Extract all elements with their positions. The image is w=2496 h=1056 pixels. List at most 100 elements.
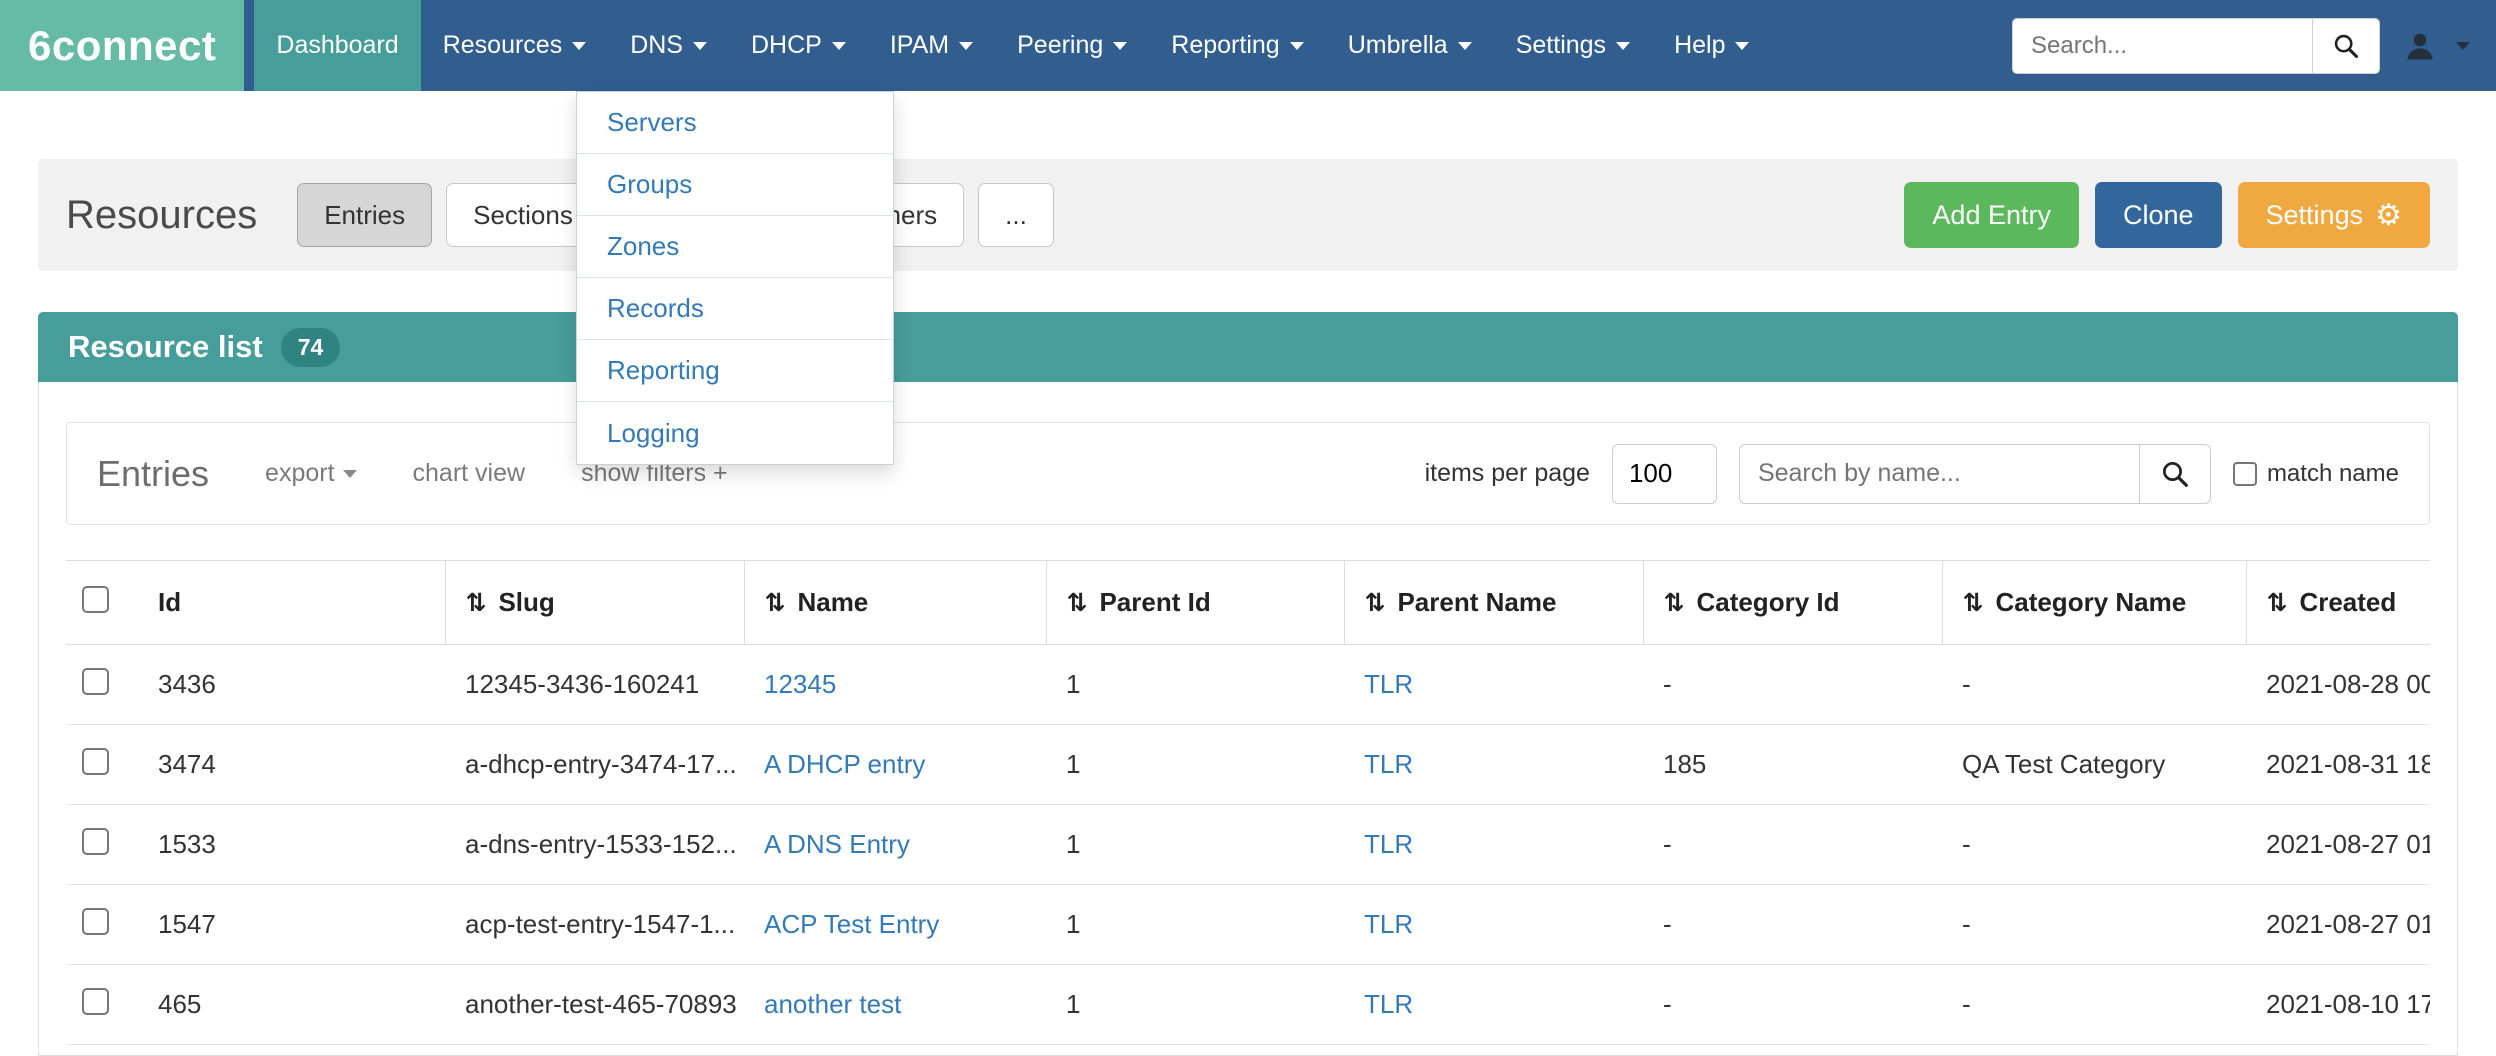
settings-button[interactable]: Settings⚙	[2238, 182, 2430, 248]
panel-title: Resource list	[68, 329, 263, 365]
nav-item-peering[interactable]: Peering	[995, 0, 1149, 91]
column-header-parent-id[interactable]: ⇅Parent Id	[1046, 561, 1344, 645]
nav-item-dashboard[interactable]: Dashboard	[254, 0, 420, 91]
nav-item-reporting[interactable]: Reporting	[1149, 0, 1325, 91]
chevron-down-icon	[1113, 42, 1127, 50]
dns-menu-item-logging[interactable]: Logging	[577, 402, 893, 464]
nav-item-ipam[interactable]: IPAM	[868, 0, 995, 91]
sort-icon: ⇅	[2267, 588, 2288, 617]
row-checkbox[interactable]	[82, 828, 109, 855]
global-search-button[interactable]	[2312, 18, 2380, 74]
items-per-page-input[interactable]	[1612, 444, 1717, 504]
entry-name-link[interactable]: A DNS Entry	[764, 829, 910, 859]
dns-menu-item-records[interactable]: Records	[577, 278, 893, 340]
column-header-name[interactable]: ⇅Name	[744, 561, 1046, 645]
row-checkbox[interactable]	[82, 748, 109, 775]
nav-item-label: Reporting	[1171, 31, 1279, 60]
chevron-down-icon	[1616, 42, 1630, 50]
dns-dropdown-menu: ServersGroupsZonesRecordsReportingLoggin…	[576, 91, 894, 465]
row-checkbox[interactable]	[82, 988, 109, 1015]
parent-name-link[interactable]: TLR	[1364, 909, 1413, 939]
cell-name: A DNS Entry	[744, 805, 1046, 885]
column-header-category-id[interactable]: ⇅Category Id	[1643, 561, 1942, 645]
user-menu[interactable]	[2402, 28, 2470, 64]
column-header-category-name[interactable]: ⇅Category Name	[1942, 561, 2246, 645]
table-row: 1547acp-test-entry-1547-1...ACP Test Ent…	[66, 885, 2430, 965]
add-entry-button[interactable]: Add Entry	[1904, 182, 2079, 248]
parent-name-link[interactable]: TLR	[1364, 989, 1413, 1019]
tab-more[interactable]: ...	[978, 183, 1054, 247]
gear-icon: ⚙	[2375, 198, 2402, 233]
chevron-down-icon	[959, 42, 973, 50]
clone-button[interactable]: Clone	[2095, 182, 2222, 248]
nav-item-resources[interactable]: Resources	[421, 0, 609, 91]
global-search-input[interactable]	[2012, 18, 2312, 74]
cell-parent_name: TLR	[1344, 725, 1643, 805]
nav-item-dns[interactable]: DNS	[608, 0, 729, 91]
name-search-input[interactable]	[1739, 444, 2139, 504]
name-search-button[interactable]	[2139, 444, 2211, 504]
cell-category_name: -	[1942, 885, 2246, 965]
parent-name-link[interactable]: TLR	[1364, 829, 1413, 859]
cell-created: 2021-08-27 01	[2246, 885, 2430, 965]
nav-item-dhcp[interactable]: DHCP	[729, 0, 868, 91]
resource-list-panel: Resource list 74 Entries export chart vi…	[38, 312, 2458, 1056]
parent-name-link[interactable]: TLR	[1364, 669, 1413, 699]
entry-name-link[interactable]: 12345	[764, 669, 836, 699]
select-all-checkbox[interactable]	[82, 586, 109, 613]
sort-icon: ⇅	[765, 588, 786, 617]
cell-name: 12345	[744, 645, 1046, 725]
dns-menu-item-groups[interactable]: Groups	[577, 154, 893, 216]
sort-icon: ⇅	[1963, 588, 1984, 617]
dns-menu-item-zones[interactable]: Zones	[577, 216, 893, 278]
cell-name: ACP Test Entry	[744, 885, 1046, 965]
cell-slug: another-test-465-70893	[445, 965, 744, 1045]
cell-parent_name: TLR	[1344, 805, 1643, 885]
table-header-row: Id⇅Slug⇅Name⇅Parent Id⇅Parent Name⇅Categ…	[66, 561, 2430, 645]
column-header-created[interactable]: ⇅Created	[2246, 561, 2430, 645]
chart-view-link[interactable]: chart view	[413, 459, 526, 488]
nav-item-umbrella[interactable]: Umbrella	[1326, 0, 1494, 91]
cell-created: 2021-08-27 01	[2246, 805, 2430, 885]
entry-name-link[interactable]: another test	[764, 989, 901, 1019]
row-checkbox[interactable]	[82, 908, 109, 935]
column-label: Parent Id	[1099, 587, 1210, 617]
navbar-right	[2012, 0, 2496, 91]
nav-item-label: Dashboard	[276, 31, 398, 60]
table-row: 465another-test-465-70893another test1TL…	[66, 965, 2430, 1045]
column-header-slug[interactable]: ⇅Slug	[445, 561, 744, 645]
count-badge: 74	[281, 328, 341, 367]
cell-name: another test	[744, 965, 1046, 1045]
parent-name-link[interactable]: TLR	[1364, 749, 1413, 779]
name-search	[1739, 444, 2211, 504]
app-logo[interactable]: 6connect	[0, 0, 244, 91]
entry-name-link[interactable]: ACP Test Entry	[764, 909, 939, 939]
nav-item-label: DNS	[630, 31, 683, 60]
tab-entries[interactable]: Entries	[297, 183, 432, 247]
cell-category_name: QA Test Category	[1942, 725, 2246, 805]
nav-item-settings[interactable]: Settings	[1494, 0, 1652, 91]
cell-parent_id: 1	[1046, 725, 1344, 805]
header-actions: Add Entry Clone Settings⚙	[1904, 182, 2430, 248]
export-dropdown[interactable]: export	[265, 459, 356, 488]
cell-category_id: -	[1643, 885, 1942, 965]
row-select-cell	[66, 725, 138, 805]
chevron-down-icon	[1290, 42, 1304, 50]
entry-name-link[interactable]: A DHCP entry	[764, 749, 925, 779]
dns-menu-item-servers[interactable]: Servers	[577, 92, 893, 154]
column-header-parent-name[interactable]: ⇅Parent Name	[1344, 561, 1643, 645]
action-label: Clone	[2123, 200, 2194, 231]
row-checkbox[interactable]	[82, 668, 109, 695]
cell-category_id: -	[1643, 805, 1942, 885]
cell-slug: a-dns-entry-1533-152...	[445, 805, 744, 885]
cell-id: 1547	[138, 885, 445, 965]
column-label: Slug	[498, 587, 554, 617]
page-title: Resources	[66, 193, 257, 238]
cell-parent_id: 1	[1046, 885, 1344, 965]
nav-item-help[interactable]: Help	[1652, 0, 1771, 91]
global-search	[2012, 18, 2380, 74]
match-name-checkbox[interactable]	[2233, 462, 2257, 486]
dns-menu-item-reporting[interactable]: Reporting	[577, 340, 893, 402]
row-select-cell	[66, 965, 138, 1045]
cell-parent_name: TLR	[1344, 965, 1643, 1045]
